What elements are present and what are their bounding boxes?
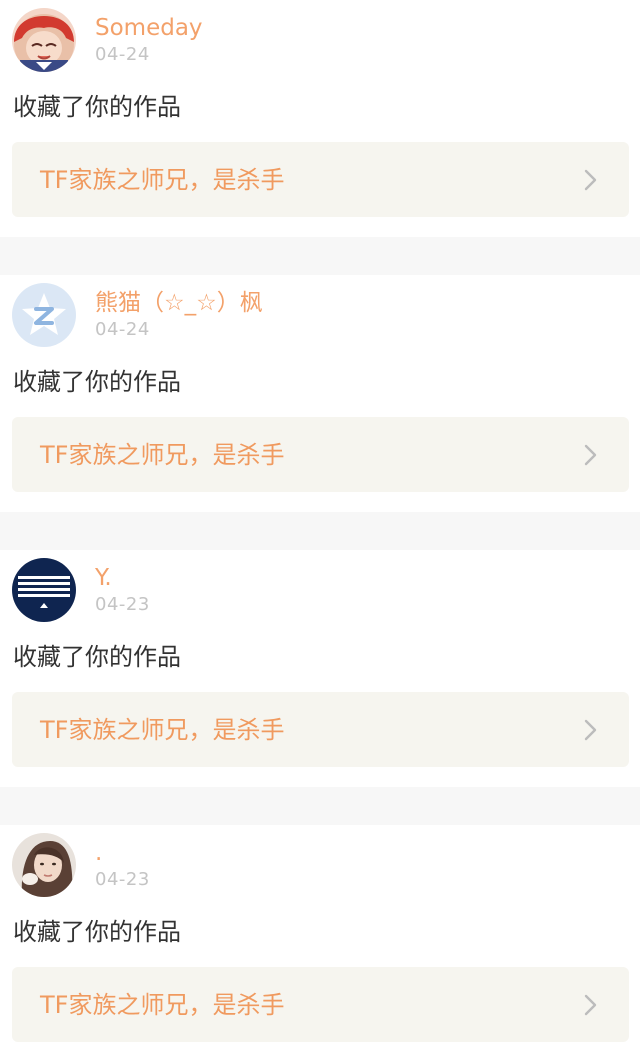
default-z-avatar-icon [12,283,76,347]
divider [0,512,640,550]
activity-text: 收藏了你的作品 [13,368,181,396]
work-title: TF家族之师兄，是杀手 [40,716,285,744]
work-link-card[interactable]: TF家族之师兄，是杀手 [12,967,629,1042]
chevron-right-icon [584,994,597,1016]
timestamp: 04-24 [95,319,150,340]
activity-text: 收藏了你的作品 [13,93,181,121]
user-avatar[interactable] [12,833,76,897]
chevron-right-icon [584,169,597,191]
notification-item: Y. 04-23 收藏了你的作品 TF家族之师兄，是杀手 [0,550,640,787]
username[interactable]: Y. [95,564,112,592]
username[interactable]: Someday [95,14,203,42]
chevron-right-icon [584,719,597,741]
anime-avatar-icon [12,8,76,72]
user-avatar[interactable] [12,558,76,622]
notification-item: . 04-23 收藏了你的作品 TF家族之师兄，是杀手 [0,825,640,1057]
work-title: TF家族之师兄，是杀手 [40,441,285,469]
notification-item: 熊猫（☆_☆）枫 04-24 收藏了你的作品 TF家族之师兄，是杀手 [0,275,640,512]
notification-feed: Someday 04-24 收藏了你的作品 TF家族之师兄，是杀手 熊猫（☆_☆… [0,0,640,1057]
work-link-card[interactable]: TF家族之师兄，是杀手 [12,417,629,492]
photo-avatar-icon [12,833,76,897]
activity-text: 收藏了你的作品 [13,643,181,671]
user-avatar[interactable] [12,8,76,72]
notification-item: Someday 04-24 收藏了你的作品 TF家族之师兄，是杀手 [0,0,640,237]
divider [0,787,640,825]
chevron-right-icon [584,444,597,466]
username[interactable]: . [95,839,102,867]
timestamp: 04-23 [95,869,150,890]
username[interactable]: 熊猫（☆_☆）枫 [95,289,263,317]
user-avatar[interactable] [12,283,76,347]
timestamp: 04-24 [95,44,150,65]
work-title: TF家族之师兄，是杀手 [40,166,285,194]
work-title: TF家族之师兄，是杀手 [40,991,285,1019]
timestamp: 04-23 [95,594,150,615]
work-link-card[interactable]: TF家族之师兄，是杀手 [12,692,629,767]
work-link-card[interactable]: TF家族之师兄，是杀手 [12,142,629,217]
navy-stripes-avatar-icon [12,558,76,622]
divider [0,237,640,275]
activity-text: 收藏了你的作品 [13,918,181,946]
